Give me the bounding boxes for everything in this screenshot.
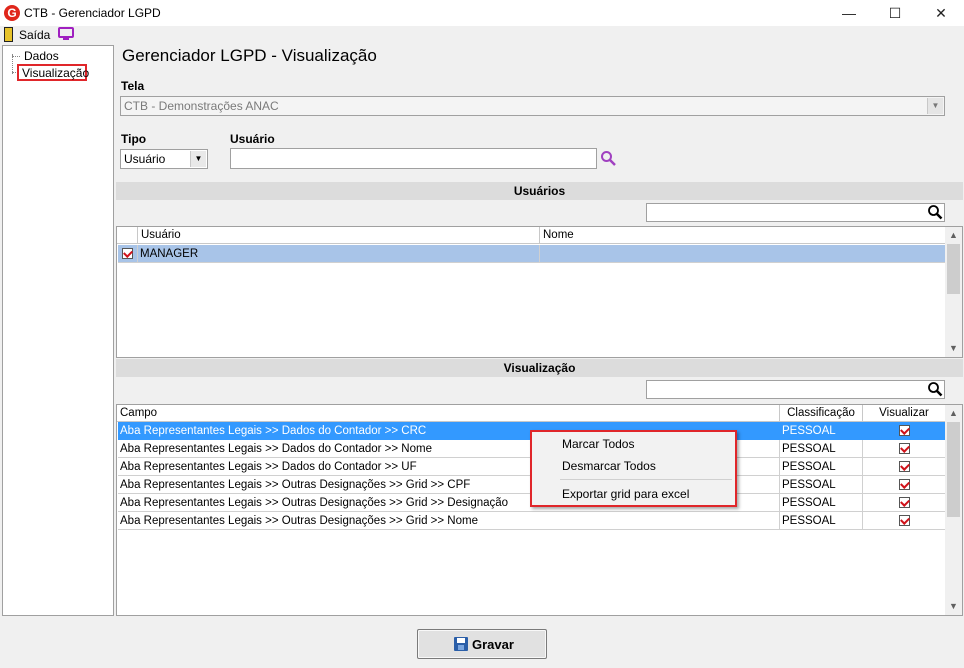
users-grid: Usuário Nome MANAGER ▲ ▼ [116, 226, 963, 358]
scroll-down-icon[interactable]: ▼ [945, 340, 962, 357]
cell-visualizar[interactable] [863, 476, 946, 494]
search-icon[interactable] [600, 150, 616, 166]
users-search-input[interactable] [646, 203, 945, 222]
tipo-select[interactable]: Usuário ▼ [120, 149, 208, 169]
cell-visualizar[interactable] [863, 440, 946, 458]
usuario-input[interactable] [230, 148, 597, 169]
monitor-icon[interactable] [58, 27, 74, 38]
cell-visualizar[interactable] [863, 422, 946, 440]
checkbox-checked-icon[interactable] [898, 497, 910, 509]
menu-item-marcar-todos[interactable]: Marcar Todos [562, 437, 634, 451]
view-scrollbar[interactable]: ▲ ▼ [945, 405, 962, 615]
users-section-header: Usuários [116, 182, 963, 200]
cell-nome [540, 245, 946, 263]
grid-header-visualizar[interactable]: Visualizar [863, 405, 946, 422]
scroll-down-icon[interactable]: ▼ [945, 598, 962, 615]
checkbox-checked-icon[interactable] [898, 425, 910, 437]
save-button[interactable]: Gravar [417, 629, 547, 659]
tree-line [12, 56, 20, 58]
scroll-thumb[interactable] [947, 422, 960, 517]
tipo-label: Tipo [121, 132, 147, 146]
row-checkbox[interactable] [118, 245, 138, 263]
floppy-disk-icon [454, 637, 468, 651]
cell-usuario: MANAGER [138, 245, 540, 263]
cell-classificacao: PESSOAL [780, 476, 863, 494]
cell-visualizar[interactable] [863, 512, 946, 530]
save-button-label: Gravar [472, 637, 514, 652]
toolbar [0, 26, 964, 44]
exit-button[interactable]: Saída [19, 28, 50, 42]
view-search-input[interactable] [646, 380, 945, 399]
app-logo-icon: G [4, 5, 20, 21]
search-icon[interactable] [927, 204, 943, 220]
usuario-label: Usuário [230, 132, 275, 146]
sidebar-item-visualizacao[interactable]: Visualização [17, 64, 89, 81]
table-row[interactable]: MANAGER [118, 245, 946, 263]
chevron-down-icon[interactable]: ▼ [927, 98, 943, 114]
cell-campo: Aba Representantes Legais >> Outras Desi… [118, 512, 780, 530]
cell-visualizar[interactable] [863, 458, 946, 476]
cell-classificacao: PESSOAL [780, 512, 863, 530]
maximize-button[interactable]: ☐ [872, 0, 918, 26]
search-icon[interactable] [927, 381, 943, 397]
window-title: CTB - Gerenciador LGPD [24, 6, 161, 20]
tela-select[interactable]: CTB - Demonstrações ANAC ▼ [120, 96, 945, 116]
sidebar-item-dados[interactable]: Dados [22, 49, 61, 63]
tela-label: Tela [121, 79, 145, 93]
scroll-up-icon[interactable]: ▲ [945, 227, 962, 244]
cell-classificacao: PESSOAL [780, 494, 863, 512]
chevron-down-icon[interactable]: ▼ [190, 151, 206, 167]
menu-item-desmarcar-todos[interactable]: Desmarcar Todos [562, 459, 656, 473]
grid-header-select [117, 227, 138, 244]
checkbox-checked-icon[interactable] [898, 443, 910, 455]
grid-header-campo[interactable]: Campo [117, 405, 780, 422]
table-row[interactable]: Aba Representantes Legais >> Outras Desi… [118, 512, 946, 530]
cell-visualizar[interactable] [863, 494, 946, 512]
tipo-select-value: Usuário [124, 152, 166, 166]
scroll-thumb[interactable] [947, 244, 960, 294]
menu-separator [560, 479, 732, 480]
grid-header-usuario[interactable]: Usuário [138, 227, 540, 244]
checkbox-checked-icon[interactable] [898, 515, 910, 527]
page-title: Gerenciador LGPD - Visualização [122, 46, 377, 65]
cell-classificacao: PESSOAL [780, 458, 863, 476]
scroll-up-icon[interactable]: ▲ [945, 405, 962, 422]
exit-door-icon[interactable] [4, 27, 13, 42]
sidebar-tree [2, 45, 114, 616]
view-section-header: Visualização [116, 359, 963, 377]
minimize-button[interactable]: — [826, 0, 872, 26]
checkbox-checked-icon[interactable] [898, 461, 910, 473]
checkbox-checked-icon[interactable] [122, 248, 133, 260]
checkbox-checked-icon[interactable] [898, 479, 910, 491]
grid-header-nome[interactable]: Nome [540, 227, 946, 244]
grid-header-classificacao[interactable]: Classificação [780, 405, 863, 422]
close-button[interactable]: ✕ [918, 0, 964, 26]
cell-classificacao: PESSOAL [780, 440, 863, 458]
cell-classificacao: PESSOAL [780, 422, 863, 440]
monitor-stand-icon [63, 38, 69, 40]
tela-select-value: CTB - Demonstrações ANAC [124, 99, 279, 113]
menu-item-exportar-excel[interactable]: Exportar grid para excel [562, 487, 689, 501]
users-scrollbar[interactable]: ▲ ▼ [945, 227, 962, 357]
